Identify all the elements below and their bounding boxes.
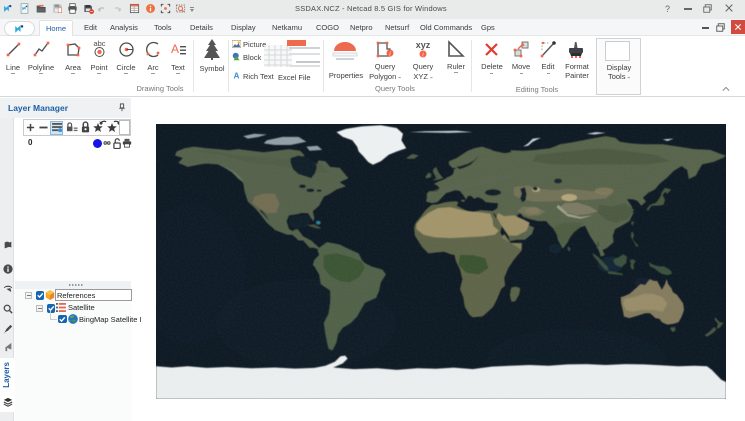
svg-text:A: A [234, 72, 240, 81]
svg-text:A: A [171, 42, 179, 56]
svg-text:abc: abc [93, 39, 105, 48]
svg-text:xyz: xyz [416, 40, 431, 50]
